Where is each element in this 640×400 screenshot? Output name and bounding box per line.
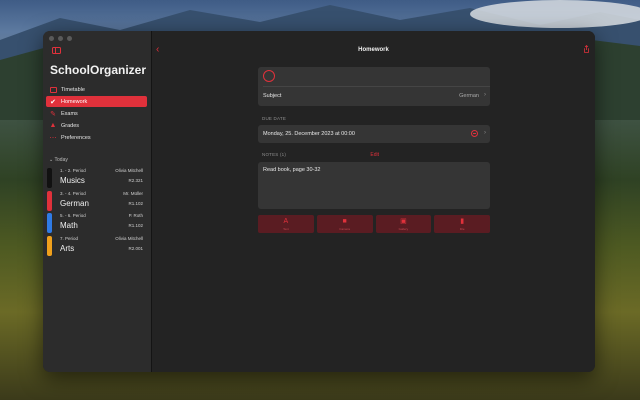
gallery-button[interactable]: ▣ Gallery — [375, 215, 432, 233]
note-text: Read book, page 30-32 — [263, 167, 321, 173]
action-label: Text — [283, 226, 289, 231]
subject-value: German — [459, 93, 479, 99]
action-label: File — [459, 226, 465, 231]
completion-toggle[interactable] — [263, 70, 275, 82]
lesson-subject: German — [60, 198, 89, 208]
lesson-item[interactable]: 7. Period Olivia Mitchell Arts R2.001 — [46, 235, 147, 258]
add-text-button[interactable]: A Text — [258, 215, 314, 233]
lesson-room: R2.001 — [128, 245, 143, 251]
due-date-value: Monday, 25. December 2023 at 00:00 — [263, 131, 355, 137]
chevron-right-icon: › — [484, 92, 486, 98]
lesson-period: 3. - 4. Period — [60, 190, 86, 196]
lesson-color-bar — [47, 190, 52, 211]
lesson-color-bar — [47, 235, 52, 256]
lesson-teacher: P. Roth — [128, 213, 143, 218]
sidebar-item-timetable[interactable]: Timetable — [46, 84, 147, 95]
lesson-room: R1.102 — [128, 200, 143, 206]
camera-icon: ■ — [342, 217, 347, 225]
zoom-window-button[interactable] — [67, 36, 72, 41]
lesson-item[interactable]: 5. - 6. Period P. Roth Math R1.102 — [46, 212, 147, 235]
graduation-cap-icon: ▲ — [49, 122, 57, 129]
notes-card[interactable]: Read book, page 30-32 — [258, 162, 490, 209]
sidebar-item-label: Homework — [61, 98, 88, 105]
due-date-row[interactable]: Monday, 25. December 2023 at 00:00 › — [258, 125, 490, 143]
lesson-period: 7. Period — [60, 235, 79, 241]
today-label: Today — [54, 157, 68, 163]
share-icon[interactable] — [583, 45, 590, 53]
chevron-right-icon: › — [484, 130, 486, 136]
calendar-icon — [49, 86, 57, 93]
lesson-period: 5. - 6. Period — [60, 213, 86, 218]
sidebar-item-preferences[interactable]: ⋯ Preferences — [46, 132, 147, 143]
camera-button[interactable]: ■ Camera — [316, 215, 373, 233]
sidebar-item-label: Grades — [61, 122, 80, 129]
sidebar-item-grades[interactable]: ▲ Grades — [46, 120, 147, 131]
lesson-teacher: Olivia Mitchell — [115, 168, 143, 173]
window-controls — [49, 36, 72, 41]
notes-section-label: NOTES (1) — [262, 152, 287, 157]
sliders-icon: ⋯ — [49, 134, 57, 142]
sidebar-item-label: Preferences — [61, 134, 91, 141]
close-window-button[interactable] — [49, 36, 54, 41]
minimize-window-button[interactable] — [58, 36, 63, 41]
lesson-subject: Math — [60, 221, 78, 230]
file-button[interactable]: ▮ File — [434, 215, 490, 233]
checkmark-icon: ✔ — [50, 98, 56, 106]
text-icon: A — [283, 217, 289, 225]
lesson-item[interactable]: 1. - 2. Period Olivia Mitchell Musics R2… — [46, 167, 147, 190]
sidebar-item-exams[interactable]: ✎ Exams — [46, 108, 147, 119]
app-title: SchoolOrganizer — [50, 63, 147, 77]
due-date-section-label: DUE DATE — [262, 116, 287, 121]
app-window: SchoolOrganizer Timetable ✔ Homework ✎ E… — [43, 31, 595, 372]
today-section-header[interactable]: ⌄ Today — [49, 157, 68, 163]
sidebar-item-label: Timetable — [61, 86, 85, 93]
lesson-subject: Arts — [60, 243, 75, 253]
subject-label: Subject — [263, 93, 282, 99]
lesson-teacher: Olivia Mitchell — [115, 235, 143, 241]
sidebar-nav: Timetable ✔ Homework ✎ Exams ▲ Grades ⋯ … — [46, 84, 147, 144]
sidebar-toggle-icon[interactable] — [52, 47, 61, 54]
today-lessons: 1. - 2. Period Olivia Mitchell Musics R2… — [46, 167, 147, 257]
attachment-actions: A Text ■ Camera ▣ Gallery ▮ File — [258, 215, 490, 233]
lesson-room: R1.102 — [128, 223, 143, 228]
action-label: Gallery — [398, 226, 409, 231]
lesson-period: 1. - 2. Period — [60, 168, 86, 173]
lesson-teacher: Mr. Müller — [123, 190, 143, 196]
clear-date-icon[interactable] — [471, 130, 478, 137]
file-icon: ▮ — [460, 217, 465, 225]
divider — [263, 86, 490, 87]
sidebar-item-label: Exams — [61, 110, 78, 117]
sidebar: SchoolOrganizer Timetable ✔ Homework ✎ E… — [43, 31, 152, 372]
lesson-room: R2.321 — [128, 178, 143, 183]
action-label: Camera — [339, 226, 350, 231]
pencil-icon: ✎ — [50, 110, 56, 118]
homework-main-card: Subject German › — [258, 67, 490, 106]
gallery-icon: ▣ — [400, 217, 407, 225]
chevron-down-icon: ⌄ — [49, 157, 54, 163]
homework-detail: ‹ Homework Subject German › DUE DATE Mon… — [152, 31, 595, 372]
sidebar-item-homework[interactable]: ✔ Homework — [46, 96, 147, 107]
page-title: Homework — [358, 47, 389, 53]
lesson-color-bar — [47, 168, 52, 188]
lesson-color-bar — [47, 213, 52, 233]
edit-notes-button[interactable]: Edit — [370, 152, 379, 158]
lesson-subject: Musics — [60, 176, 85, 185]
lesson-item[interactable]: 3. - 4. Period Mr. Müller German R1.102 — [46, 190, 147, 213]
